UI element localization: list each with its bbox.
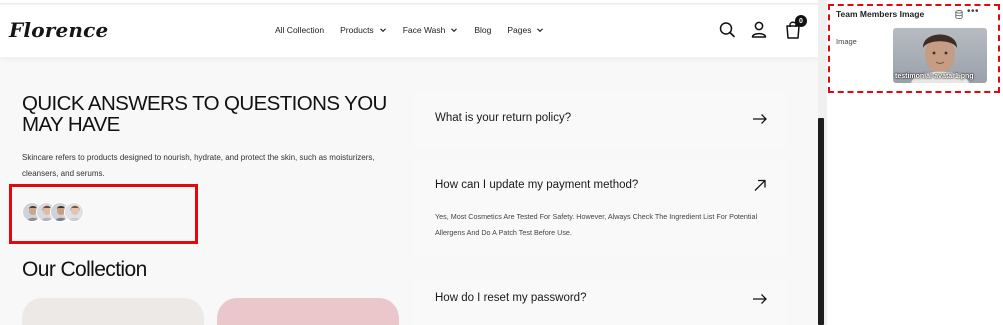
- faq-question: How can I update my payment method?: [435, 179, 639, 191]
- collection-card[interactable]: [217, 298, 399, 325]
- nav-label: Products: [340, 25, 374, 35]
- section-title: Team Members Image: [836, 9, 925, 19]
- nav-item-pages[interactable]: Pages: [507, 25, 544, 35]
- faq-question: How do I reset my password?: [435, 292, 587, 304]
- avatar-group: [22, 202, 84, 222]
- search-icon[interactable]: [717, 19, 737, 41]
- main-nav: All Collection Products Face Wash Blog P…: [275, 25, 544, 35]
- top-strip: [0, 0, 818, 4]
- collection-card[interactable]: [22, 298, 204, 325]
- chevron-down-icon: [537, 28, 544, 33]
- chevron-down-icon: [379, 28, 386, 33]
- collection-heading: Our Collection: [22, 258, 147, 281]
- nav-item-products[interactable]: Products: [340, 25, 387, 35]
- image-field-label: Image: [836, 37, 857, 46]
- site-preview: Florence All Collection Products Face Wa…: [0, 0, 818, 325]
- faq-heading: QUICK ANSWERS TO QUESTIONS YOU MAY HAVE: [22, 92, 387, 136]
- arrow-right-icon: [753, 294, 767, 304]
- user-icon[interactable]: [749, 19, 769, 41]
- nav-item-all-collection[interactable]: All Collection: [275, 25, 324, 35]
- faq-item-expanded[interactable]: How can I update my payment method? Yes,…: [414, 158, 786, 256]
- nav-label: All Collection: [275, 25, 325, 35]
- nav-label: Blog: [474, 25, 492, 35]
- faq-question: What is your return policy?: [435, 112, 572, 124]
- image-thumbnail[interactable]: testimonial-avatar1.png: [893, 28, 987, 83]
- cart-count-badge: 0: [795, 15, 807, 27]
- settings-panel: Team Members Image ••• Image testimonial…: [827, 0, 1003, 325]
- more-options-icon[interactable]: •••: [967, 6, 979, 17]
- nav-item-face-wash[interactable]: Face Wash: [403, 25, 459, 35]
- faq-description: Skincare refers to products designed to …: [22, 153, 375, 178]
- avatar: [64, 202, 84, 222]
- site-header: Florence All Collection Products Face Wa…: [0, 5, 818, 57]
- nav-label: Pages: [507, 25, 532, 35]
- faq-item[interactable]: How do I reset my password?: [414, 278, 786, 325]
- image-filename: testimonial-avatar1.png: [895, 73, 974, 80]
- site-logo[interactable]: Florence: [9, 18, 108, 42]
- faq-item[interactable]: What is your return policy?: [414, 92, 786, 148]
- arrow-right-icon: [753, 114, 767, 124]
- faq-answer: Yes, Most Cosmetics Are Tested For Safet…: [435, 212, 758, 237]
- team-members-image-section: Team Members Image ••• Image testimonial…: [828, 4, 1000, 93]
- database-icon[interactable]: [955, 10, 963, 19]
- cart-button[interactable]: 0: [783, 15, 807, 41]
- chevron-down-icon: [451, 28, 458, 33]
- arrow-up-right-icon: [754, 179, 766, 191]
- nav-item-blog[interactable]: Blog: [474, 25, 491, 35]
- nav-label: Face Wash: [402, 25, 446, 35]
- preview-scrollbar-thumb[interactable]: [818, 118, 824, 325]
